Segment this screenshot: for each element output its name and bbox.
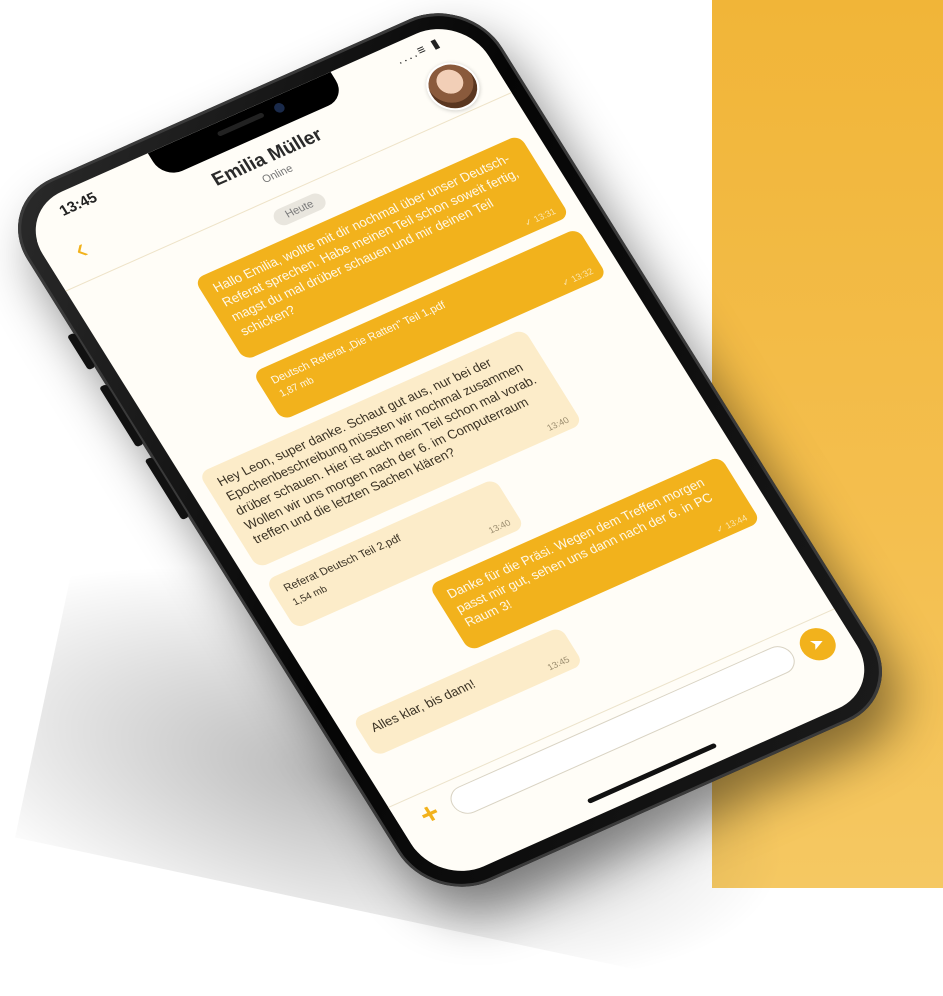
message-text: Alles klar, bis dann! (367, 676, 479, 736)
front-camera (272, 101, 287, 115)
send-button[interactable]: ➤ (793, 622, 843, 666)
smartphone: 13:45 ....≡ ▮ ‹ Emilia Müller Online Heu… (0, 0, 907, 907)
attach-plus-button[interactable]: + (410, 796, 451, 833)
send-icon: ➤ (806, 633, 829, 654)
message-time: 13:44 (723, 512, 750, 531)
scene: 13:45 ....≡ ▮ ‹ Emilia Müller Online Heu… (0, 0, 943, 907)
message-time: 13:45 (545, 654, 572, 673)
message-meta: ✓ 13:44 (714, 513, 750, 536)
plus-icon: + (413, 796, 447, 832)
message-meta: ✓ 13:31 (522, 206, 558, 229)
message-time: 13:31 (531, 206, 558, 224)
message-time: 13:40 (544, 414, 571, 433)
